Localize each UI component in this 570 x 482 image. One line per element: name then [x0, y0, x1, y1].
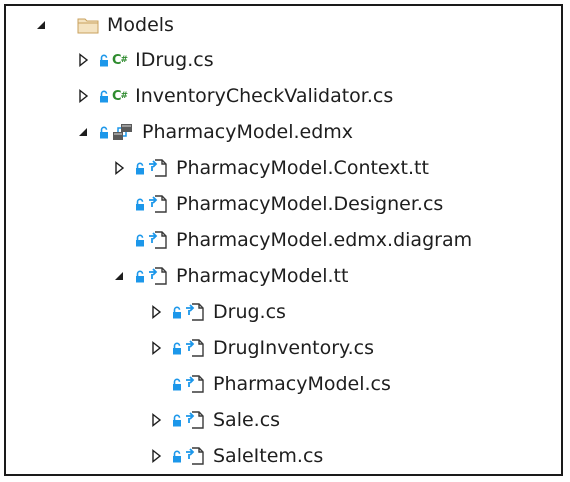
lock-icon [172, 449, 182, 463]
tree-item-label: PharmacyModel.edmx [142, 121, 354, 143]
tree-item-context-tt[interactable]: PharmacyModel.Context.tt [112, 152, 429, 184]
lock-icon [172, 341, 182, 355]
csharp-file-icon: C # [112, 52, 128, 68]
collapsed-arrow-icon[interactable] [149, 305, 163, 319]
tree-item-label: Models [107, 14, 174, 36]
tree-item-saleitem-cs[interactable]: SaleItem.cs [149, 440, 323, 472]
tree-item-label: Sale.cs [213, 409, 281, 431]
template-file-icon [185, 410, 205, 430]
tree-item-label: InventoryCheckValidator.cs [135, 85, 394, 107]
tree-item-label: DrugInventory.cs [213, 337, 374, 359]
lock-icon [135, 161, 145, 175]
tree-item-label: Drug.cs [213, 301, 286, 323]
tree-item-pharmacymodel-edmx[interactable]: PharmacyModel.edmx [76, 116, 353, 148]
folder-icon [77, 16, 99, 34]
lock-icon [99, 125, 109, 139]
lock-icon [172, 305, 182, 319]
tree-item-label: PharmacyModel.Context.tt [176, 157, 429, 179]
template-file-icon [148, 230, 168, 250]
solution-explorer-tree: Models C # IDrug.cs C # InventoryCheckVali… [4, 4, 563, 476]
expanded-arrow-icon[interactable] [112, 269, 126, 283]
expanded-arrow-icon[interactable] [76, 125, 90, 139]
template-file-icon [185, 374, 205, 394]
tree-item-label: PharmacyModel.tt [176, 265, 349, 287]
template-file-icon [185, 302, 205, 322]
tree-item-druginventory-cs[interactable]: DrugInventory.cs [149, 332, 374, 364]
lock-icon [135, 233, 145, 247]
lock-icon [135, 197, 145, 211]
tree-item-models[interactable]: Models [34, 9, 174, 41]
tree-item-label: PharmacyModel.cs [213, 373, 391, 395]
tree-item-label: SaleItem.cs [213, 445, 324, 467]
template-file-icon [185, 338, 205, 358]
tree-item-label: PharmacyModel.Designer.cs [176, 193, 444, 215]
tree-item-idrug[interactable]: C # IDrug.cs [76, 44, 214, 76]
template-file-icon [148, 158, 168, 178]
edmx-model-icon [112, 122, 134, 142]
collapsed-arrow-icon[interactable] [149, 449, 163, 463]
expanded-arrow-icon[interactable] [34, 18, 48, 32]
tree-item-pharmacymodel-tt[interactable]: PharmacyModel.tt [112, 260, 348, 292]
collapsed-arrow-icon[interactable] [76, 53, 90, 67]
tree-item-label: IDrug.cs [135, 49, 214, 71]
tree-item-inventorycheckvalidator[interactable]: C # InventoryCheckValidator.cs [76, 80, 393, 112]
lock-icon [99, 53, 109, 67]
tree-item-drug-cs[interactable]: Drug.cs [149, 296, 286, 328]
collapsed-arrow-icon[interactable] [149, 413, 163, 427]
tree-item-label: PharmacyModel.edmx.diagram [176, 229, 473, 251]
template-file-icon [148, 194, 168, 214]
lock-icon [172, 377, 182, 391]
csharp-file-icon: C # [112, 88, 128, 104]
collapsed-arrow-icon[interactable] [149, 341, 163, 355]
template-file-icon [185, 446, 205, 466]
lock-icon [172, 413, 182, 427]
tree-item-designer-cs[interactable]: PharmacyModel.Designer.cs [135, 188, 443, 220]
collapsed-arrow-icon[interactable] [112, 161, 126, 175]
template-file-icon [148, 266, 168, 286]
lock-icon [99, 89, 109, 103]
lock-icon [135, 269, 145, 283]
tree-item-pharmacymodel-cs[interactable]: PharmacyModel.cs [172, 368, 391, 400]
collapsed-arrow-icon[interactable] [76, 89, 90, 103]
tree-item-edmx-diagram[interactable]: PharmacyModel.edmx.diagram [135, 224, 472, 256]
tree-item-sale-cs[interactable]: Sale.cs [149, 404, 280, 436]
